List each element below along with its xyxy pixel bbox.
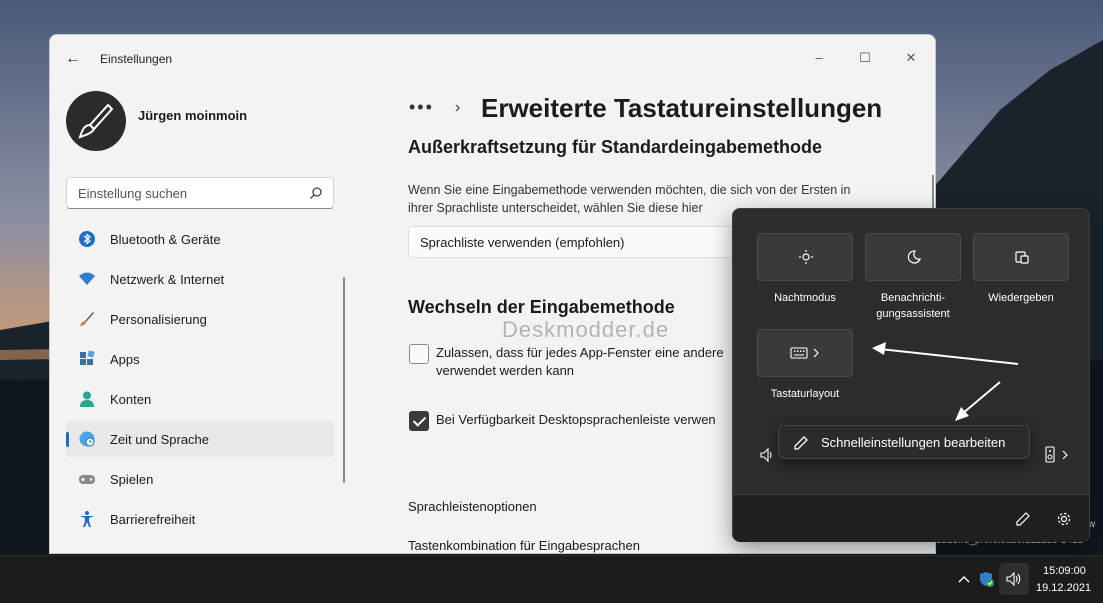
quick-settings-footer (733, 494, 1089, 542)
title-bar: ← Einstellungen – ☐ ✕ (50, 35, 935, 83)
per-app-checkbox-label: Zulassen, dass für jedes App-Fenster ein… (436, 345, 724, 378)
sidebar-item-label: Netzwerk & Internet (110, 272, 225, 287)
sidebar-item-network[interactable]: Netzwerk & Internet (66, 261, 334, 297)
taskbar: 15:09:00 19.12.2021 (0, 555, 1103, 603)
per-app-checkbox[interactable] (409, 344, 429, 364)
sidebar-item-label: Apps (110, 352, 140, 367)
cast-icon (1015, 251, 1029, 264)
tooltip-text: Schnelleinstellungen bearbeiten (821, 435, 1006, 450)
sidebar-scrollbar[interactable] (343, 277, 345, 483)
chevron-right-icon: › (455, 99, 461, 116)
speaker-icon[interactable] (759, 447, 777, 463)
brush-avatar-icon (78, 103, 114, 139)
sidebar-item-bluetooth[interactable]: Bluetooth & Geräte (66, 221, 334, 257)
maximize-button[interactable]: ☐ (842, 43, 888, 73)
sidebar-item-label: Konten (110, 392, 152, 407)
back-arrow-icon[interactable]: ← (62, 49, 84, 69)
volume-tray-button[interactable] (999, 563, 1029, 595)
langbar-checkbox[interactable] (409, 411, 429, 431)
tile-focus-assist[interactable] (865, 233, 961, 281)
tile-cast-label: Wiedergeben (988, 292, 1054, 304)
close-button[interactable]: ✕ (888, 43, 934, 73)
clock-time[interactable]: 15:09:00 (1043, 565, 1086, 577)
globe-clock-icon (79, 431, 95, 447)
audio-output-icon[interactable] (1043, 445, 1073, 465)
brightness-icon (799, 250, 813, 264)
sidebar-item-label: Zeit und Sprache (110, 432, 210, 447)
sidebar-item-label: Barrierefreiheit (110, 512, 196, 527)
gamepad-icon (79, 475, 95, 484)
tile-keyboard-layout[interactable] (757, 329, 853, 377)
moon-icon (907, 250, 921, 264)
search-icon[interactable] (309, 186, 323, 200)
gear-icon[interactable] (1056, 511, 1072, 527)
minimize-button[interactable]: – (796, 43, 842, 73)
tile-night-light-label: Nachtmodus (774, 292, 836, 304)
sidebar-item-label: Bluetooth & Geräte (110, 232, 221, 247)
clock-date[interactable]: 19.12.2021 (1036, 582, 1091, 594)
user-name: Jürgen moinmoin (138, 108, 248, 123)
security-shield-icon[interactable] (977, 570, 995, 588)
tile-focus-assist-label: Benachrichti- gungsassistent (876, 292, 950, 320)
account-icon (80, 391, 94, 407)
tile-cast[interactable] (973, 233, 1069, 281)
watermark: Deskmodder.de (502, 317, 670, 342)
page-title: Erweiterte Tastatureinstellungen (481, 93, 883, 123)
app-title: Einstellungen (100, 52, 173, 66)
sidebar-item-time-language[interactable]: Zeit und Sprache (66, 421, 334, 457)
switch-heading: Wechseln der Eingabemethode (408, 297, 675, 317)
dropdown-value: Sprachliste verwenden (empfohlen) (420, 235, 625, 250)
quick-settings-flyout: Nachtmodus Benachrichti- gungsassistent … (732, 208, 1090, 542)
edit-quick-settings-tooltip[interactable]: Schnelleinstellungen bearbeiten (778, 425, 1030, 459)
sidebar-item-accounts[interactable]: Konten (66, 381, 334, 417)
tile-night-light[interactable] (757, 233, 853, 281)
avatar[interactable] (66, 91, 126, 151)
apps-icon (80, 350, 95, 365)
langbar-checkbox-label: Bei Verfügbarkeit Desktopsprachenleiste … (436, 412, 716, 427)
sidebar-nav: Bluetooth & Geräte Netzwerk & Internet P… (66, 221, 334, 541)
pencil-icon[interactable] (1015, 511, 1031, 527)
langbar-options-link[interactable]: Sprachleistenoptionen (408, 499, 537, 514)
sidebar-item-accessibility[interactable]: Barrierefreiheit (66, 501, 334, 537)
keyboard-icon (790, 347, 819, 359)
sidebar-item-label: Spielen (110, 472, 154, 487)
search-placeholder: Einstellung suchen (78, 186, 188, 201)
sidebar-item-gaming[interactable]: Spielen (66, 461, 334, 497)
override-heading: Außerkraftsetzung für Standardeingabemet… (408, 137, 823, 157)
sidebar-item-apps[interactable]: Apps (66, 341, 334, 377)
tile-keyboard-layout-label: Tastaturlayout (770, 388, 840, 400)
search-input[interactable]: Einstellung suchen (66, 177, 334, 209)
brush-icon (80, 312, 94, 326)
sidebar-item-label: Personalisierung (110, 312, 207, 327)
speaker-icon (1006, 571, 1021, 587)
accessibility-icon (80, 511, 94, 527)
chevron-up-icon[interactable] (955, 570, 973, 588)
breadcrumb-more-button[interactable]: ••• (409, 97, 434, 118)
hotkeys-link[interactable]: Tastenkombination für Eingabesprachen (408, 538, 640, 553)
sidebar-item-personalization[interactable]: Personalisierung (66, 301, 334, 337)
pencil-icon (794, 436, 808, 450)
wifi-icon (79, 272, 95, 285)
bluetooth-icon (79, 231, 95, 247)
